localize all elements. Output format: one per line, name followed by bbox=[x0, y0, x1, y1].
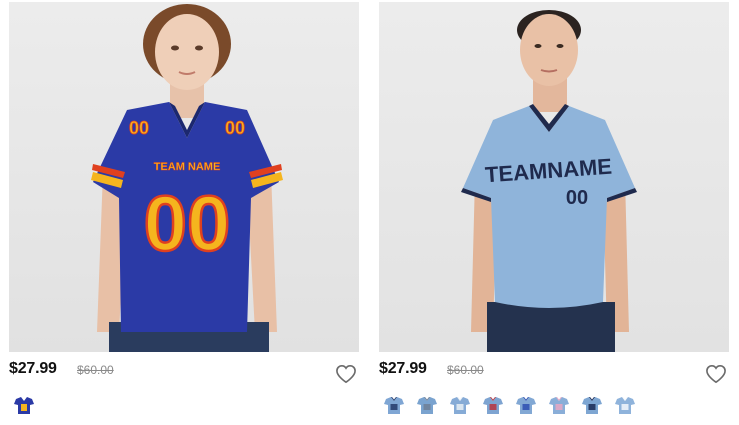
svg-text:00: 00 bbox=[225, 118, 245, 138]
product-card[interactable]: TEAMNAME 00 $27.99 $60.00 bbox=[379, 0, 729, 425]
color-swatch-light-blue-white[interactable] bbox=[447, 392, 473, 418]
price-row: $27.99 $60.00 bbox=[9, 360, 359, 384]
svg-text:00: 00 bbox=[566, 187, 588, 209]
color-swatches bbox=[11, 392, 37, 418]
svg-text:00: 00 bbox=[144, 179, 231, 267]
svg-text:TEAM NAME: TEAM NAME bbox=[154, 161, 221, 173]
color-swatch-light-blue-red[interactable] bbox=[480, 392, 506, 418]
color-swatch-light-blue-white-2[interactable] bbox=[612, 392, 638, 418]
original-price: $60.00 bbox=[77, 363, 114, 377]
color-swatches bbox=[381, 392, 638, 418]
svg-text:00: 00 bbox=[129, 118, 149, 138]
color-swatch-light-blue-gray[interactable] bbox=[414, 392, 440, 418]
sale-price: $27.99 bbox=[9, 360, 57, 377]
sale-price: $27.99 bbox=[379, 360, 427, 377]
product-card[interactable]: 00 00 TEAM NAME 00 $27.99 $60.00 bbox=[9, 0, 359, 425]
wishlist-heart-icon[interactable] bbox=[335, 364, 357, 384]
color-swatch-light-blue-navy-2[interactable] bbox=[579, 392, 605, 418]
price-row: $27.99 $60.00 bbox=[379, 360, 729, 384]
wishlist-heart-icon[interactable] bbox=[705, 364, 727, 384]
color-swatch-royal-gold[interactable] bbox=[11, 392, 37, 418]
original-price: $60.00 bbox=[447, 363, 484, 377]
product-image[interactable]: TEAMNAME 00 bbox=[379, 2, 729, 352]
product-image[interactable]: 00 00 TEAM NAME 00 bbox=[9, 2, 359, 352]
color-swatch-light-blue-royal[interactable] bbox=[513, 392, 539, 418]
color-swatch-light-blue-navy[interactable] bbox=[381, 392, 407, 418]
product-grid: 00 00 TEAM NAME 00 $27.99 $60.00 TEAMNAM… bbox=[0, 0, 739, 425]
color-swatch-light-blue-pink[interactable] bbox=[546, 392, 572, 418]
